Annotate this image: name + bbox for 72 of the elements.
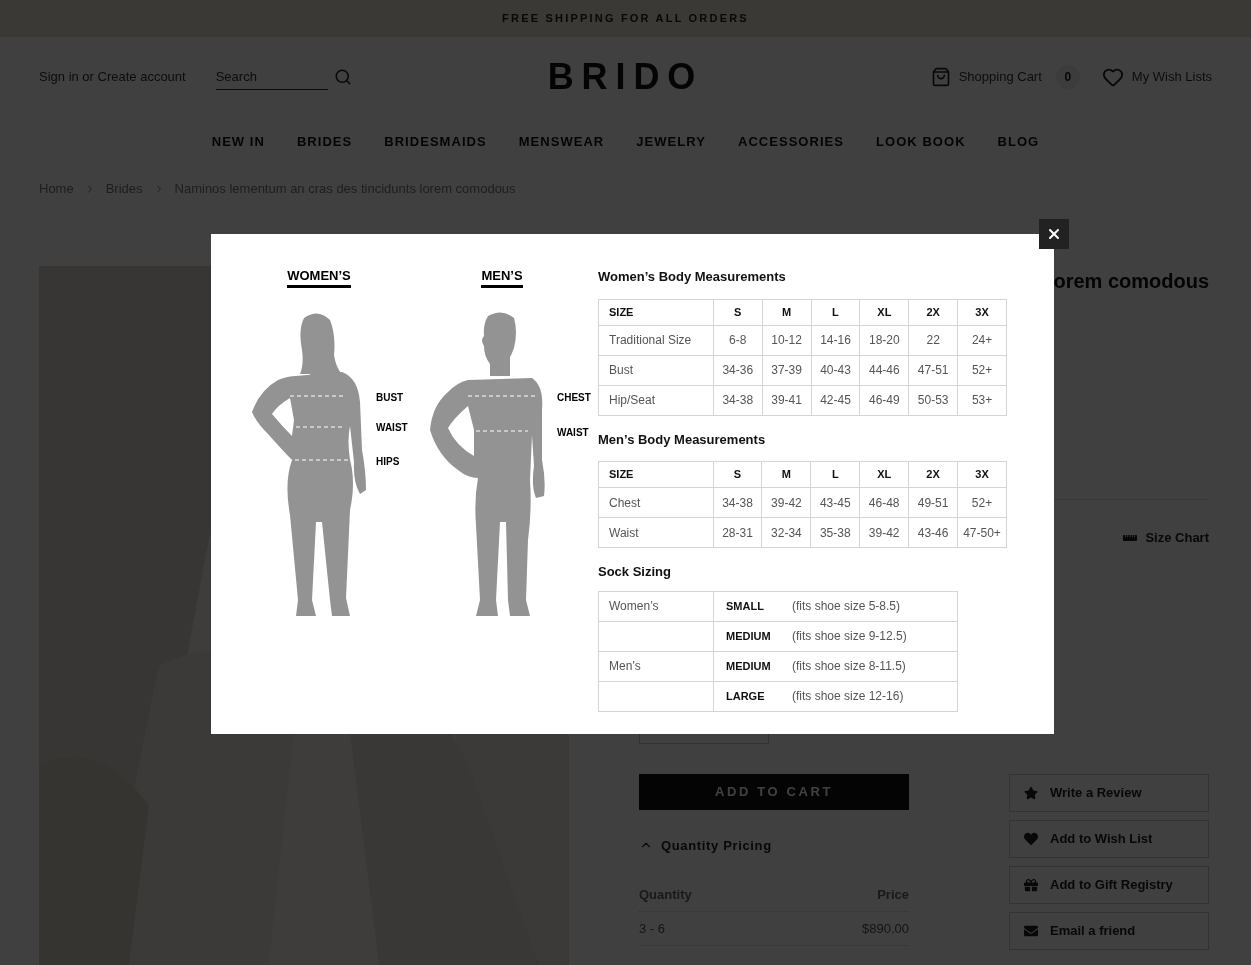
table-cell: 46-49 <box>859 385 909 415</box>
sock-size: LARGE <box>726 688 766 704</box>
table-cell: Waist <box>598 517 714 548</box>
column-header: SIZE <box>598 299 714 325</box>
table-cell: 10-12 <box>762 325 812 355</box>
close-icon <box>1046 226 1062 242</box>
table-cell: 50-53 <box>908 385 958 415</box>
column-header: L <box>810 461 860 488</box>
measure-label: CHEST <box>557 391 591 405</box>
measure-label: BUST <box>376 391 404 405</box>
table-title: Women’s Body Measurements <box>598 268 787 286</box>
table-cell: 43-45 <box>810 487 860 518</box>
table-title: Sock Sizing <box>598 563 672 581</box>
measure-label: HIPS <box>376 455 400 469</box>
column-header: XL <box>859 461 909 488</box>
table-cell: 6-8 <box>713 325 763 355</box>
column-header: S <box>713 461 762 488</box>
table-cell: Women’s <box>598 591 714 621</box>
measure-label: WAIST <box>376 421 408 435</box>
sock-size: MEDIUM <box>726 658 772 674</box>
table-cell: 39-42 <box>761 487 811 518</box>
figure-heading: MEN’S <box>481 268 523 288</box>
table-cell: 22 <box>908 325 958 355</box>
table-cell: Chest <box>598 487 714 518</box>
table-cell: 52+ <box>957 487 1007 518</box>
table-cell: 24+ <box>957 325 1007 355</box>
table-cell: 35-38 <box>810 517 860 548</box>
column-header: XL <box>859 299 909 325</box>
table-cell: 52+ <box>957 355 1007 385</box>
table-cell: Bust <box>598 355 714 385</box>
product-title: orem comodous <box>1053 269 1209 290</box>
table-cell: Traditional Size <box>598 325 714 355</box>
table-cell: 40-43 <box>811 355 860 385</box>
sock-size-note: (fits shoe size 12-16) <box>792 688 904 705</box>
table-cell: Hip/Seat <box>598 385 714 415</box>
column-header: 2X <box>908 461 958 488</box>
table-cell: 32-34 <box>761 517 811 548</box>
table-cell: 37-39 <box>762 355 812 385</box>
column-header: 2X <box>908 299 958 325</box>
column-header: S <box>713 299 763 325</box>
table-cell: 39-42 <box>859 517 909 548</box>
table-cell: 34-36 <box>713 355 763 385</box>
sock-size-note: (fits shoe size 9-12.5) <box>792 628 907 645</box>
table-cell: 43-46 <box>908 517 958 548</box>
close-button[interactable] <box>1039 219 1069 249</box>
figure-heading: WOMEN’S <box>287 268 351 288</box>
column-header: 3X <box>957 299 1007 325</box>
table-cell: 18-20 <box>859 325 909 355</box>
table-cell: 28-31 <box>713 517 762 548</box>
column-header: M <box>761 461 811 488</box>
table-cell: 53+ <box>957 385 1007 415</box>
sock-size-note: (fits shoe size 5-8.5) <box>792 598 901 615</box>
measure-label: WAIST <box>557 426 589 440</box>
table-cell: 14-16 <box>811 325 860 355</box>
sock-size: SMALL <box>726 598 765 614</box>
table-cell: 46-48 <box>859 487 909 518</box>
column-header: SIZE <box>598 461 714 488</box>
table-cell: 39-41 <box>762 385 812 415</box>
table-cell: 42-45 <box>811 385 860 415</box>
sock-size-note: (fits shoe size 8-11.5) <box>792 658 906 675</box>
sock-size: MEDIUM <box>726 628 772 644</box>
column-header: L <box>811 299 860 325</box>
table-cell: 49-51 <box>908 487 958 518</box>
table-cell: 44-46 <box>859 355 909 385</box>
column-header: 3X <box>957 461 1007 488</box>
table-cell: 47-51 <box>908 355 958 385</box>
table-cell: 47-50+ <box>957 517 1007 548</box>
table-cell: 34-38 <box>713 487 762 518</box>
table-cell: 34-38 <box>713 385 763 415</box>
table-cell: Men’s <box>598 651 714 681</box>
column-header: M <box>762 299 812 325</box>
table-title: Men’s Body Measurements <box>598 430 767 449</box>
